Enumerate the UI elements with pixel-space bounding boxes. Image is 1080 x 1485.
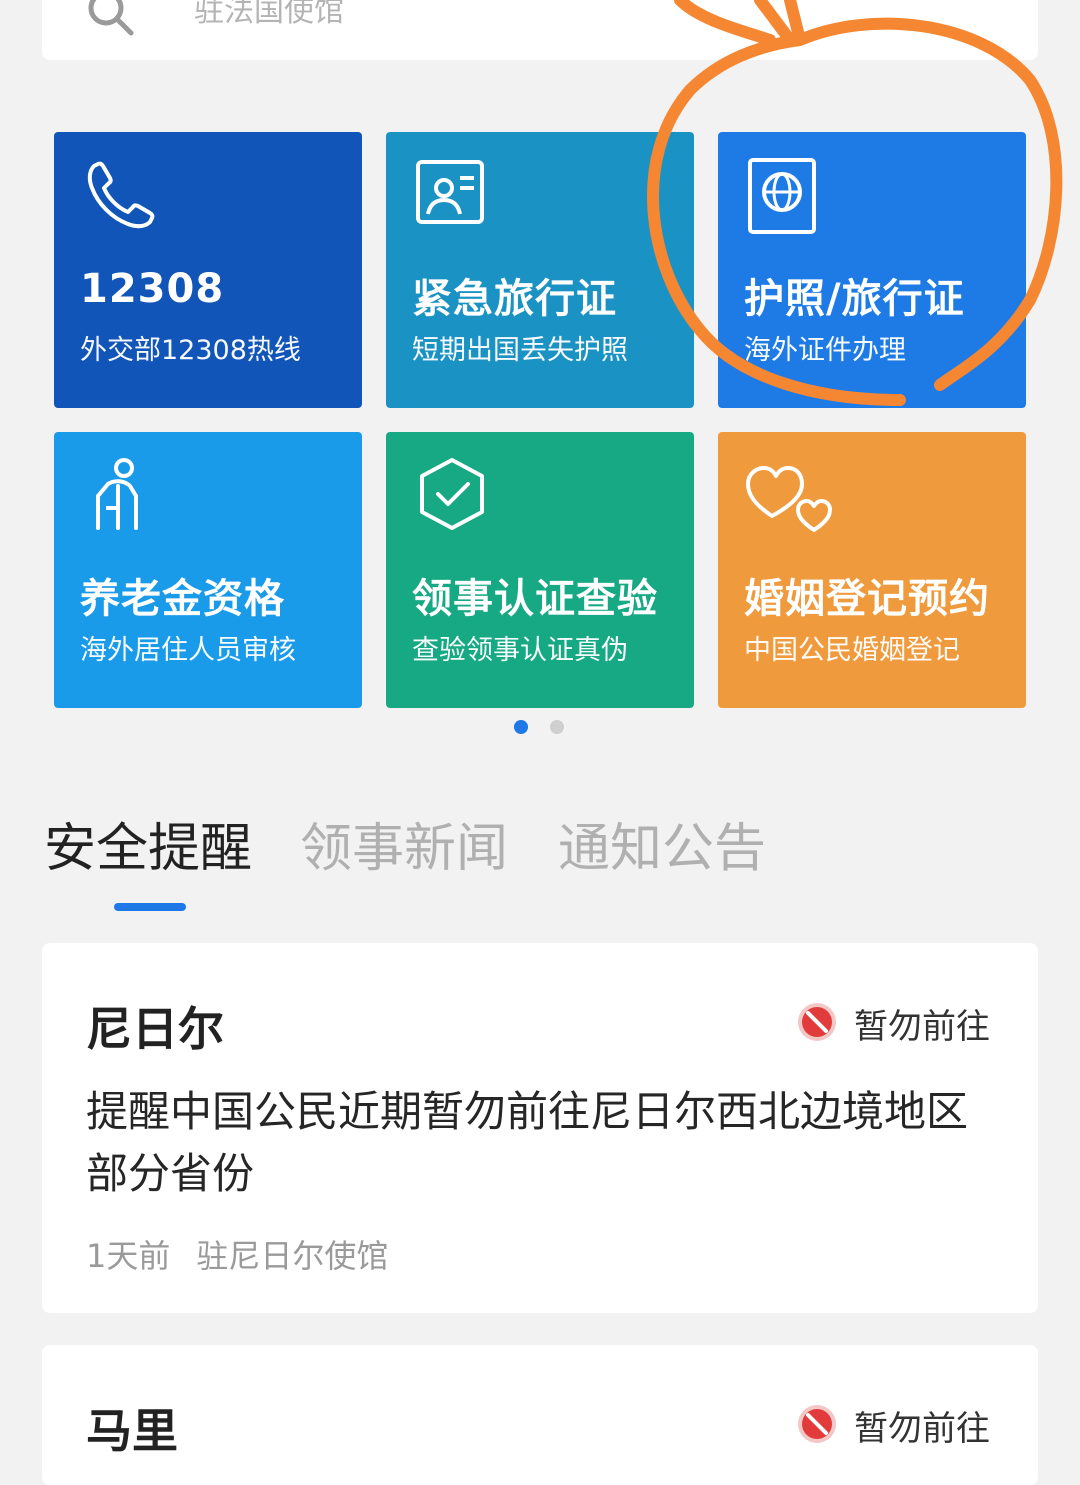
alert-level-badge: 暂勿前往 bbox=[796, 997, 996, 1047]
shield-check-icon bbox=[420, 458, 484, 530]
service-tile-emergency-travel-doc[interactable]: 紧急旅行证 短期出国丢失护照 bbox=[386, 132, 694, 408]
tile-subtitle: 海外证件办理 bbox=[744, 335, 906, 366]
tile-subtitle: 外交部12308热线 bbox=[80, 335, 301, 366]
tile-subtitle: 查验领事认证真伪 bbox=[412, 635, 628, 666]
tab-consular-news[interactable]: 领事新闻 bbox=[300, 806, 508, 881]
tile-subtitle: 中国公民婚姻登记 bbox=[744, 635, 960, 666]
phone-icon bbox=[87, 161, 155, 229]
id-card-icon bbox=[416, 160, 484, 224]
pager-dot-active[interactable] bbox=[514, 720, 528, 734]
alert-level-badge: 暂勿前往 bbox=[796, 1399, 996, 1449]
tab-notices[interactable]: 通知公告 bbox=[558, 806, 766, 881]
tile-title: 养老金资格 bbox=[80, 576, 285, 622]
tile-subtitle: 海外居住人员审核 bbox=[80, 635, 296, 666]
tile-title: 婚姻登记预约 bbox=[744, 576, 990, 622]
alert-level-text: 暂勿前往 bbox=[854, 1007, 990, 1047]
service-tile-pension[interactable]: 养老金资格 海外居住人员审核 bbox=[54, 432, 362, 708]
alert-meta: 1天前 驻尼日尔使馆 bbox=[86, 1231, 388, 1277]
tab-safety-alerts[interactable]: 安全提醒 bbox=[44, 806, 252, 881]
no-entry-icon bbox=[798, 1003, 836, 1041]
alert-headline: 提醒中国公民近期暂勿前往尼日尔西北边境地区部分省份 bbox=[86, 1087, 969, 1198]
pager-dots bbox=[510, 720, 570, 740]
search-input[interactable]: 驻法国使馆 bbox=[194, 0, 344, 30]
alert-time: 1天前 bbox=[86, 1237, 171, 1275]
active-tab-indicator bbox=[114, 903, 186, 911]
service-tile-passport[interactable]: 护照/旅行证 海外证件办理 bbox=[718, 132, 1026, 408]
alert-level-text: 暂勿前往 bbox=[854, 1409, 990, 1449]
tile-subtitle: 短期出国丢失护照 bbox=[412, 335, 628, 366]
alert-country: 尼日尔 bbox=[86, 1002, 224, 1056]
tile-title: 紧急旅行证 bbox=[412, 276, 617, 322]
search-bar[interactable]: 驻法国使馆 bbox=[42, 0, 1038, 60]
search-icon bbox=[88, 0, 134, 36]
tile-title: 护照/旅行证 bbox=[744, 276, 965, 322]
tile-title: 领事认证查验 bbox=[412, 576, 658, 622]
service-tile-hotline[interactable]: 12308 外交部12308热线 bbox=[54, 132, 362, 408]
passport-globe-icon bbox=[748, 158, 816, 234]
elderly-person-icon bbox=[96, 458, 138, 530]
service-tile-consular-cert[interactable]: 领事认证查验 查验领事认证真伪 bbox=[386, 432, 694, 708]
alert-card[interactable]: 尼日尔 暂勿前往 提醒中国公民近期暂勿前往尼日尔西北边境地区部分省份 1天前 驻尼… bbox=[42, 943, 1038, 1313]
alert-source: 驻尼日尔使馆 bbox=[196, 1237, 389, 1275]
alert-country: 马里 bbox=[86, 1404, 178, 1458]
pager-dot[interactable] bbox=[550, 720, 564, 734]
alert-card[interactable]: 马里 暂勿前往 bbox=[42, 1345, 1038, 1485]
service-tile-marriage[interactable]: 婚姻登记预约 中国公民婚姻登记 bbox=[718, 432, 1026, 708]
hearts-icon bbox=[746, 466, 832, 532]
tile-title: 12308 bbox=[80, 266, 225, 312]
